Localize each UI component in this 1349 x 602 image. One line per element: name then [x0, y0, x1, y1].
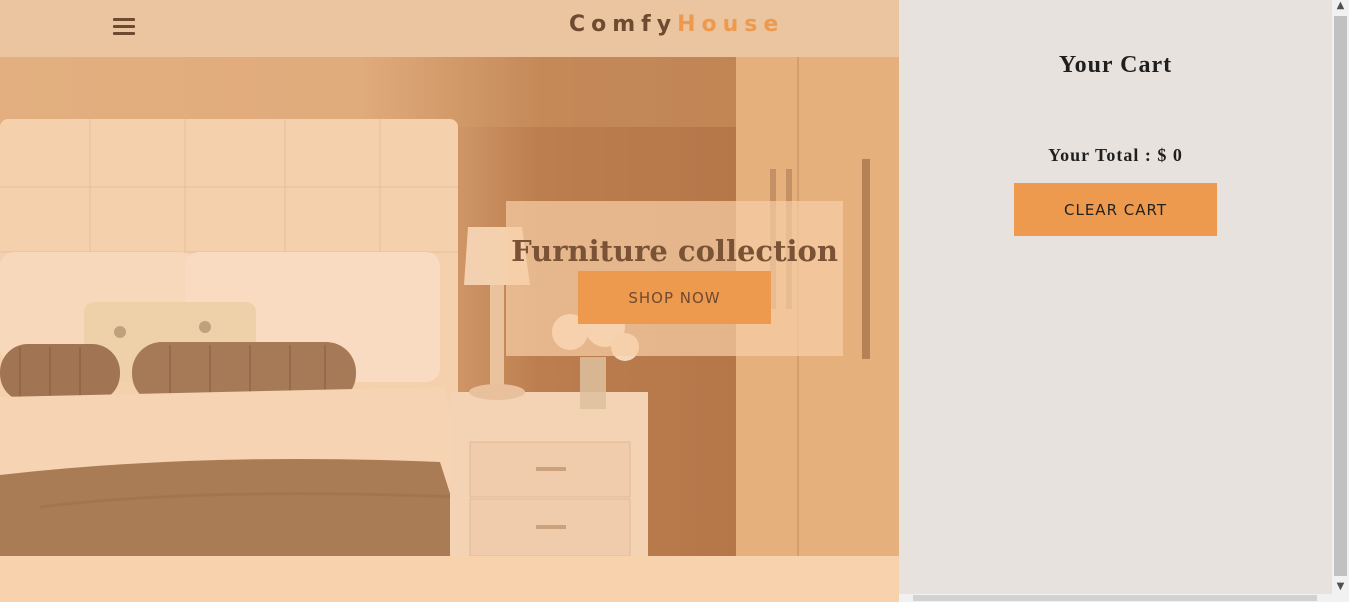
horizontal-scrollbar-thumb[interactable] — [913, 595, 1317, 601]
site-logo[interactable]: ComfyHouse — [569, 12, 784, 37]
scroll-up-icon[interactable]: ▲ — [1335, 0, 1346, 11]
navbar: ComfyHouse — [0, 0, 899, 57]
scroll-down-icon[interactable]: ▼ — [1335, 581, 1346, 592]
menu-bar-2 — [113, 25, 135, 28]
hero-banner: Furniture collection SHOP NOW — [506, 201, 843, 356]
menu-bar-3 — [113, 32, 135, 35]
horizontal-scrollbar[interactable] — [899, 594, 1332, 602]
products-section-top — [0, 556, 899, 602]
logo-accent: House — [677, 12, 785, 37]
cart-total: Your Total : $ 0 — [1048, 145, 1183, 165]
vertical-scrollbar[interactable]: ▲ ▼ — [1332, 0, 1349, 602]
clear-cart-button[interactable]: CLEAR CART — [1014, 183, 1217, 236]
cart-title: Your Cart — [1058, 52, 1173, 78]
cart-panel: Your Cart Your Total : $ 0 CLEAR CART — [899, 0, 1332, 602]
logo-primary: Comfy — [569, 12, 678, 37]
scrollbar-thumb[interactable] — [1334, 16, 1347, 576]
menu-bar-1 — [113, 18, 135, 21]
hamburger-menu-icon[interactable] — [112, 15, 136, 39]
banner-title: Furniture collection — [511, 234, 838, 268]
shop-now-button[interactable]: SHOP NOW — [578, 271, 771, 324]
hero-section: Furniture collection SHOP NOW — [0, 57, 899, 556]
